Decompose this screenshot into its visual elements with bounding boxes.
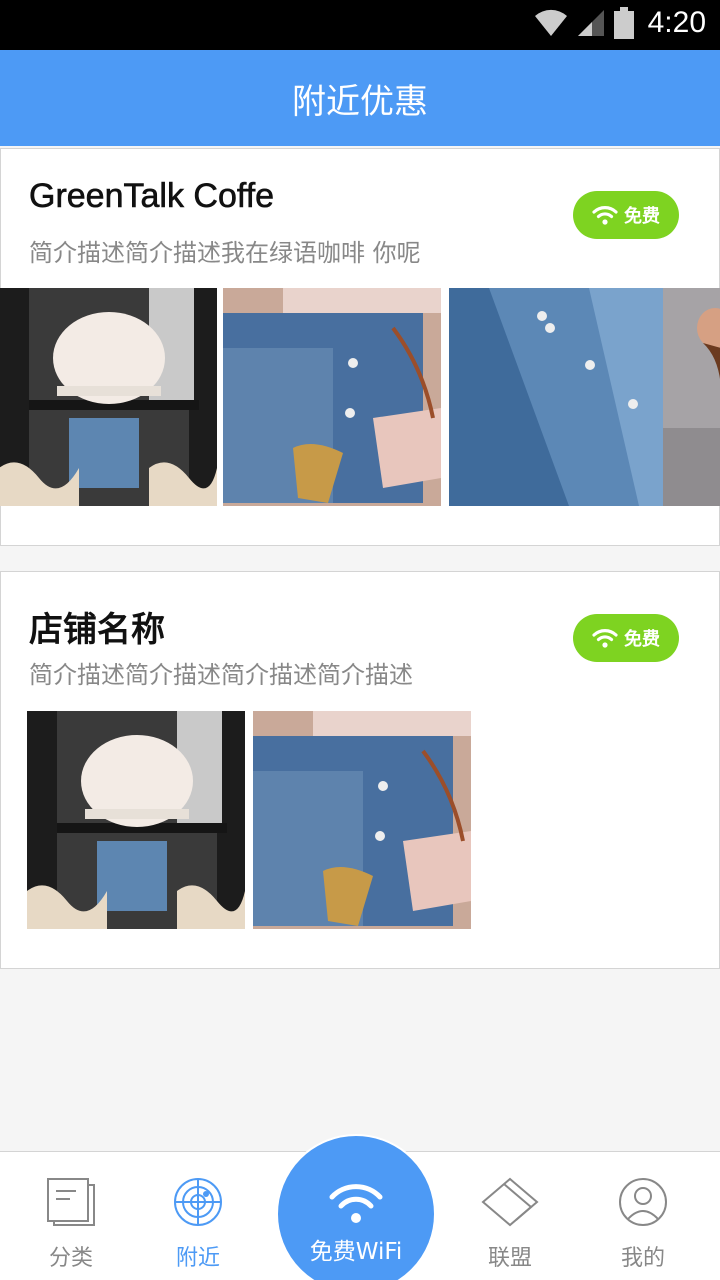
nav-item-profile[interactable]: 我的 bbox=[588, 1152, 698, 1280]
free-wifi-badge: 免费 bbox=[573, 614, 679, 662]
free-wifi-badge: 免费 bbox=[573, 191, 679, 239]
list-icon bbox=[47, 1178, 95, 1226]
wifi-signal-icon bbox=[534, 9, 567, 37]
shop-card[interactable]: 店铺名称 简介描述简介描述简介描述简介描述 免费 bbox=[0, 571, 720, 969]
nav-item-category[interactable]: 分类 bbox=[16, 1152, 126, 1280]
radar-icon bbox=[174, 1178, 222, 1226]
cell-signal-icon bbox=[577, 10, 604, 36]
shop-name: 店铺名称 bbox=[29, 610, 165, 650]
shop-photo[interactable] bbox=[449, 288, 667, 506]
shop-photo[interactable] bbox=[253, 711, 471, 929]
user-icon bbox=[619, 1178, 667, 1226]
page-title: 附近优惠 bbox=[292, 81, 428, 122]
nav-item-alliance[interactable]: 联盟 bbox=[455, 1152, 565, 1280]
free-wifi-button[interactable]: 免费WiFi bbox=[276, 1134, 436, 1280]
shop-photo[interactable] bbox=[663, 288, 720, 506]
wifi-button-label: 免费WiFi bbox=[309, 1239, 403, 1265]
shop-photo[interactable] bbox=[27, 711, 245, 929]
badge-label: 免费 bbox=[624, 206, 660, 227]
badge-label: 免费 bbox=[624, 629, 660, 650]
status-bar: 4:20 bbox=[0, 0, 720, 50]
nav-label: 联盟 bbox=[487, 1246, 532, 1271]
wifi-icon bbox=[592, 629, 618, 648]
nav-item-nearby[interactable]: 附近 bbox=[143, 1152, 253, 1280]
diamond-icon bbox=[481, 1177, 539, 1227]
shop-name: GreenTalk Coffe bbox=[29, 177, 275, 216]
nav-label: 附近 bbox=[175, 1246, 220, 1271]
nav-label: 分类 bbox=[48, 1246, 93, 1271]
status-icons: 4:20 bbox=[534, 6, 706, 40]
shop-photo[interactable] bbox=[223, 288, 441, 506]
shop-description: 简介描述简介描述我在绿语咖啡 你呢 bbox=[29, 239, 421, 267]
nav-label: 我的 bbox=[620, 1246, 665, 1271]
app-bar: 附近优惠 bbox=[0, 50, 720, 146]
shop-photo[interactable] bbox=[0, 288, 217, 506]
status-time: 4:20 bbox=[647, 6, 706, 39]
shop-description: 简介描述简介描述简介描述简介描述 bbox=[29, 661, 413, 689]
shop-card[interactable]: GreenTalk Coffe 简介描述简介描述我在绿语咖啡 你呢 免费 bbox=[0, 148, 720, 546]
wifi-icon bbox=[592, 206, 618, 225]
battery-icon bbox=[613, 7, 634, 39]
wifi-icon bbox=[329, 1184, 383, 1223]
